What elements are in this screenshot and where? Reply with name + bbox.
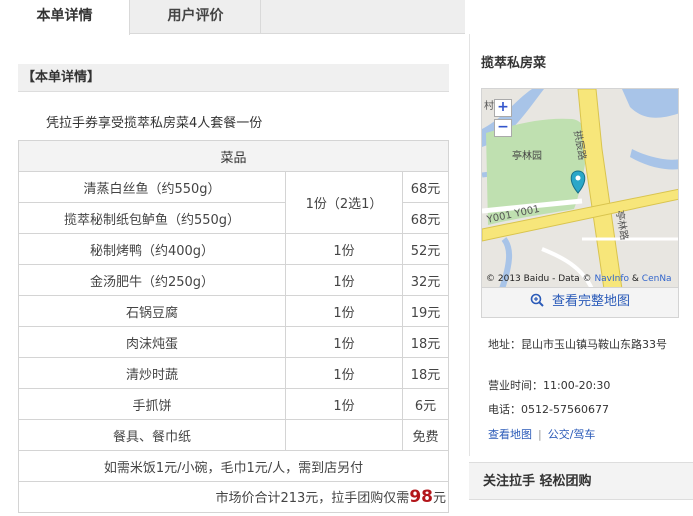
- dish-name: 秘制烤鸭（约400g）: [18, 233, 286, 265]
- deal-intro: 凭拉手券享受揽萃私房菜4人套餐一份: [46, 116, 263, 131]
- transit-driving-link[interactable]: 公交/驾车: [548, 428, 596, 441]
- hours-value: 11:00-20:30: [543, 379, 611, 392]
- dish-price: 68元: [402, 171, 449, 203]
- tab-deal-details[interactable]: 本单详情: [0, 0, 130, 35]
- table-row: 肉沫炖蛋 1份 18元: [18, 326, 449, 358]
- total-prefix: 市场价合计213元，拉手团购仅需: [215, 491, 410, 506]
- dish-quantity: 1份: [285, 295, 403, 327]
- section-title: 【本单详情】: [18, 64, 449, 92]
- menu-table: 菜品 清蒸白丝鱼（约550g） 1份（2选1） 68元 揽萃秘制纸包鲈鱼（约55…: [18, 140, 449, 513]
- tab-bar: 本单详情 用户评价: [0, 0, 465, 35]
- table-header: 菜品: [18, 140, 449, 172]
- group-price: 98: [409, 487, 433, 507]
- table-row: 秘制烤鸭（约400g） 1份 52元: [18, 233, 449, 265]
- dish-quantity: 1份: [285, 357, 403, 389]
- map-label-village: 村: [484, 101, 494, 112]
- map-links: 查看地图 | 公交/驾车: [488, 428, 596, 441]
- map-copyright: © 2013 Baidu - Data © NavInfo & CenNa: [486, 274, 672, 284]
- table-row: 餐具、餐巾纸 免费: [18, 419, 449, 451]
- dish-name: 金汤肥牛（约250g）: [18, 264, 286, 296]
- navinfo-link[interactable]: NavInfo: [594, 274, 629, 284]
- address: 地址：昆山市玉山镇马鞍山东路33号: [488, 336, 683, 353]
- dish-price: 18元: [402, 326, 449, 358]
- table-row: 如需米饭1元/小碗，毛巾1元/人，需到店另付: [18, 450, 449, 482]
- extra-fee-note: 如需米饭1元/小碗，毛巾1元/人，需到店另付: [18, 450, 449, 482]
- dish-name: 餐具、餐巾纸: [18, 419, 286, 451]
- table-row: 金汤肥牛（约250g） 1份 32元: [18, 264, 449, 296]
- dish-price: 6元: [402, 388, 449, 420]
- dish-name: 肉沫炖蛋: [18, 326, 286, 358]
- dish-name: 手抓饼: [18, 388, 286, 420]
- address-label: 地址：: [488, 338, 521, 351]
- phone: 电话：0512-57560677: [488, 401, 609, 418]
- dish-quantity: 1份: [285, 233, 403, 265]
- dish-quantity: 1份（2选1）: [285, 171, 403, 234]
- dish-name: 清炒时蔬: [18, 357, 286, 389]
- dish-quantity: 1份: [285, 388, 403, 420]
- hours-label: 营业时间：: [488, 379, 543, 392]
- table-header-row: 菜品: [18, 140, 449, 172]
- follow-lashou-banner: 关注拉手 轻松团购: [469, 462, 693, 500]
- table-row: 市场价合计213元，拉手团购仅需98元: [18, 481, 449, 513]
- dish-name: 石锅豆腐: [18, 295, 286, 327]
- dish-quantity: [285, 419, 403, 451]
- zoom-out-button[interactable]: −: [494, 119, 512, 137]
- dish-quantity: 1份: [285, 264, 403, 296]
- dish-price: 52元: [402, 233, 449, 265]
- dish-quantity: 1份: [285, 326, 403, 358]
- dish-name: 清蒸白丝鱼（约550g）: [18, 171, 286, 203]
- dish-price: 18元: [402, 357, 449, 389]
- phone-value: 0512-57560677: [521, 403, 609, 416]
- view-map-link[interactable]: 查看地图: [488, 428, 532, 441]
- magnifier-icon: [530, 293, 544, 307]
- dish-price: 免费: [402, 419, 449, 451]
- table-row: 手抓饼 1份 6元: [18, 388, 449, 420]
- business-hours: 营业时间：11:00-20:30: [488, 377, 610, 394]
- dish-price: 19元: [402, 295, 449, 327]
- price-unit: 元: [432, 491, 446, 506]
- table-row: 石锅豆腐 1份 19元: [18, 295, 449, 327]
- map[interactable]: 村 亭林园 拱辰路 亭林路 Y001 Y001 + − © 2013 Baidu…: [481, 88, 679, 288]
- merchant-name: 揽萃私房菜: [481, 56, 547, 71]
- tab-user-reviews[interactable]: 用户评价: [131, 0, 261, 34]
- view-full-map-button[interactable]: 查看完整地图: [481, 288, 679, 318]
- table-row: 清蒸白丝鱼（约550g） 1份（2选1） 68元: [18, 171, 449, 234]
- zoom-in-button[interactable]: +: [494, 99, 512, 117]
- view-full-map-label: 查看完整地图: [551, 294, 630, 309]
- address-value: 昆山市玉山镇马鞍山东路33号: [521, 338, 667, 351]
- map-label-park: 亭林园: [512, 151, 542, 162]
- total-price-row: 市场价合计213元，拉手团购仅需98元: [18, 481, 449, 513]
- dish-price: 68元: [402, 202, 449, 234]
- phone-label: 电话：: [488, 403, 521, 416]
- table-row: 清炒时蔬 1份 18元: [18, 357, 449, 389]
- cennavi-link[interactable]: CenNa: [642, 274, 672, 284]
- dish-name: 揽萃秘制纸包鲈鱼（约550g）: [18, 202, 286, 234]
- dish-price: 32元: [402, 264, 449, 296]
